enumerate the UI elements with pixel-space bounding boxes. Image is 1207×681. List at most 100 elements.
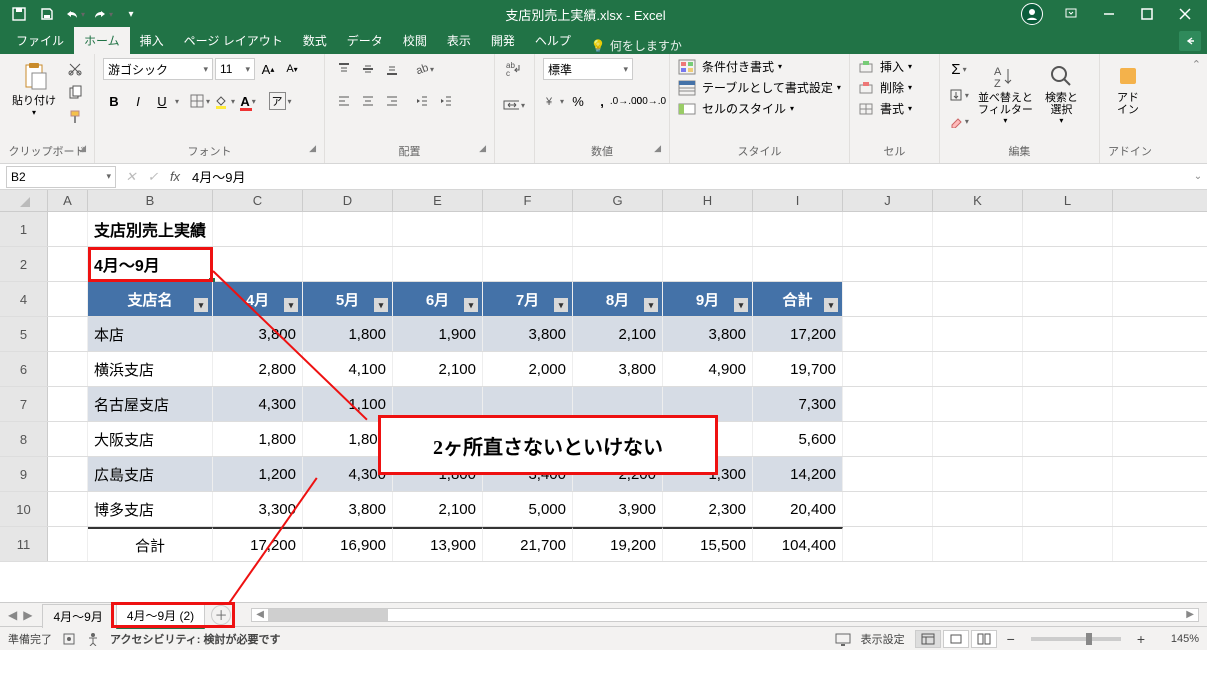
decrease-indent-button[interactable]: [411, 90, 433, 112]
font-color-button[interactable]: A: [237, 90, 259, 112]
spreadsheet-grid[interactable]: A B C D E F G H I J K L 1 支店別売上実績 2 4月～9…: [0, 190, 1207, 602]
cancel-formula-button[interactable]: ✕: [120, 166, 142, 188]
account-avatar[interactable]: [1021, 3, 1043, 25]
insert-cells-button[interactable]: 挿入▾: [858, 58, 912, 75]
cell-B8[interactable]: 大阪支店: [88, 422, 213, 456]
zoom-in-button[interactable]: +: [1137, 631, 1145, 647]
macro-record-icon[interactable]: [62, 632, 76, 646]
row-header-6[interactable]: 6: [0, 352, 48, 386]
filter-arrow[interactable]: ▾: [734, 298, 748, 312]
cell-F6[interactable]: 2,000: [483, 352, 573, 386]
page-layout-view-button[interactable]: [943, 630, 969, 648]
close-button[interactable]: [1167, 2, 1203, 26]
filter-arrow[interactable]: ▾: [644, 298, 658, 312]
percent-button[interactable]: %: [567, 90, 589, 112]
cell-A1[interactable]: [48, 212, 88, 246]
cell-H10[interactable]: 2,300: [663, 492, 753, 526]
clipboard-launcher[interactable]: ◢: [79, 143, 86, 154]
undo-button[interactable]: [64, 3, 86, 25]
cell-I7[interactable]: 7,300: [753, 387, 843, 421]
orientation-button[interactable]: ab: [413, 58, 435, 80]
cell-G10[interactable]: 3,900: [573, 492, 663, 526]
font-launcher[interactable]: ◢: [309, 143, 316, 154]
clear-button[interactable]: [948, 110, 970, 132]
filter-arrow[interactable]: ▾: [194, 298, 208, 312]
cell-B6[interactable]: 横浜支店: [88, 352, 213, 386]
expand-formula-bar[interactable]: ⌄: [1189, 171, 1207, 182]
grow-font-button[interactable]: A▴: [257, 58, 279, 80]
align-middle-button[interactable]: [357, 58, 379, 80]
tab-home[interactable]: ホーム: [74, 27, 130, 54]
tab-formulas[interactable]: 数式: [293, 27, 337, 54]
underline-button[interactable]: U: [151, 90, 173, 112]
cell-I9[interactable]: 14,200: [753, 457, 843, 491]
col-header-B[interactable]: B: [88, 190, 213, 211]
sheet-tab-2[interactable]: 4月～9月 (2): [116, 603, 205, 629]
align-right-button[interactable]: [381, 90, 403, 112]
tab-nav-arrows[interactable]: ◀▶: [0, 608, 40, 622]
cell-E10[interactable]: 2,100: [393, 492, 483, 526]
row-header-11[interactable]: 11: [0, 527, 48, 561]
cell-B1[interactable]: 支店別売上実績: [88, 212, 213, 246]
phonetic-button[interactable]: ア: [269, 90, 291, 112]
fill-button[interactable]: [948, 84, 970, 106]
cell-D6[interactable]: 4,100: [303, 352, 393, 386]
cell-B10[interactable]: 博多支店: [88, 492, 213, 526]
col-header-G[interactable]: G: [573, 190, 663, 211]
cut-button[interactable]: [64, 58, 86, 80]
format-painter-button[interactable]: [64, 106, 86, 128]
display-settings-icon[interactable]: [835, 632, 851, 646]
copy-button[interactable]: [64, 82, 86, 104]
row-header-8[interactable]: 8: [0, 422, 48, 456]
enter-formula-button[interactable]: ✓: [142, 166, 164, 188]
tab-view[interactable]: 表示: [437, 27, 481, 54]
col-header-J[interactable]: J: [843, 190, 933, 211]
cell-D10[interactable]: 3,800: [303, 492, 393, 526]
fx-button[interactable]: fx: [164, 166, 186, 188]
alignment-launcher[interactable]: ◢: [479, 143, 486, 154]
save-icon[interactable]: [36, 3, 58, 25]
font-name-combo[interactable]: 游ゴシック▾: [103, 58, 213, 80]
cell-E5[interactable]: 1,900: [393, 317, 483, 351]
col-header-I[interactable]: I: [753, 190, 843, 211]
align-left-button[interactable]: [333, 90, 355, 112]
cell-C8[interactable]: 1,800: [213, 422, 303, 456]
row-header-4[interactable]: 4: [0, 282, 48, 316]
shrink-font-button[interactable]: A▾: [281, 58, 303, 80]
cell-A2[interactable]: [48, 247, 88, 281]
addin-button[interactable]: アド イン: [1108, 58, 1148, 118]
zoom-out-button[interactable]: −: [1007, 631, 1015, 647]
th-jul[interactable]: 7月▾: [483, 282, 573, 316]
zoom-slider[interactable]: [1031, 637, 1121, 641]
name-box[interactable]: B2▾: [6, 166, 116, 188]
tab-review[interactable]: 校閲: [393, 27, 437, 54]
sort-filter-button[interactable]: AZ 並べ替えと フィルター▾: [974, 58, 1037, 127]
tab-data[interactable]: データ: [337, 27, 393, 54]
autosum-button[interactable]: Σ: [948, 58, 970, 80]
format-as-table-button[interactable]: テーブルとして書式設定▾: [678, 79, 841, 96]
number-launcher[interactable]: ◢: [654, 143, 661, 154]
paste-button[interactable]: 貼り付け▾: [8, 58, 60, 119]
display-settings-label[interactable]: 表示設定: [861, 631, 905, 647]
hscroll-thumb[interactable]: [268, 609, 388, 621]
th-jun[interactable]: 6月▾: [393, 282, 483, 316]
th-may[interactable]: 5月▾: [303, 282, 393, 316]
tab-help[interactable]: ヘルプ: [525, 27, 581, 54]
th-aug[interactable]: 8月▾: [573, 282, 663, 316]
zoom-thumb[interactable]: [1086, 633, 1092, 645]
cell-F5[interactable]: 3,800: [483, 317, 573, 351]
decrease-decimal-button[interactable]: .00→.0: [639, 90, 661, 112]
tab-next-icon[interactable]: ▶: [21, 608, 34, 622]
filter-arrow[interactable]: ▾: [824, 298, 838, 312]
cell-I10[interactable]: 20,400: [753, 492, 843, 526]
cell-I6[interactable]: 19,700: [753, 352, 843, 386]
col-header-L[interactable]: L: [1023, 190, 1113, 211]
tellme-search[interactable]: 💡 何をしますか: [591, 37, 682, 54]
accessibility-icon[interactable]: [86, 632, 100, 646]
cell-C7[interactable]: 4,300: [213, 387, 303, 421]
cell-C5[interactable]: 3,800: [213, 317, 303, 351]
cell-styles-button[interactable]: セルのスタイル▾: [678, 100, 794, 117]
cell-B2[interactable]: 4月～9月: [88, 247, 213, 281]
normal-view-button[interactable]: [915, 630, 941, 648]
cell-D5[interactable]: 1,800: [303, 317, 393, 351]
